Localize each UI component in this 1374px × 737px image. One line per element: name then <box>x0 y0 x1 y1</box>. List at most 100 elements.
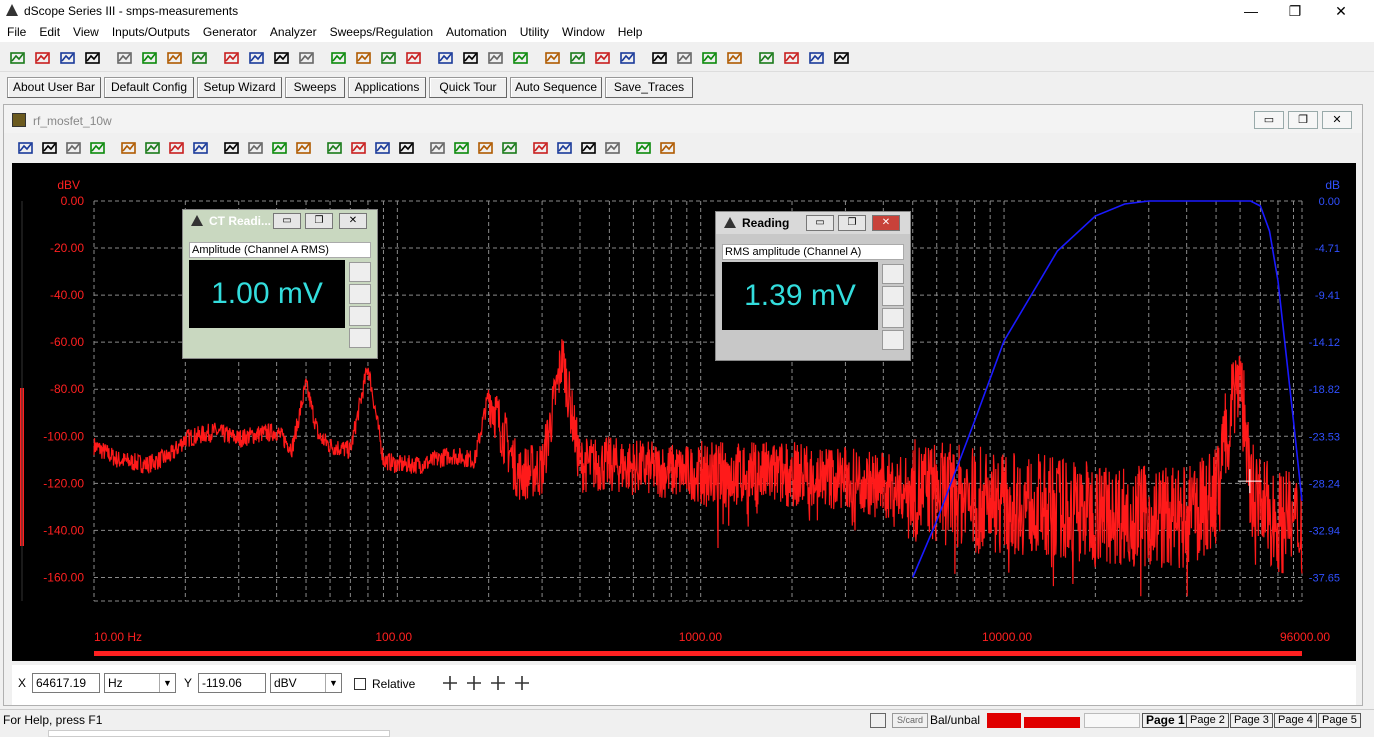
peak-icon[interactable] <box>325 138 345 158</box>
cursor-y-unit-select[interactable]: dBV ▼ <box>270 673 342 693</box>
link-icon[interactable] <box>603 138 623 158</box>
marker-down-icon[interactable] <box>531 138 551 158</box>
menu-sweeps-regulation[interactable]: Sweeps/Regulation <box>323 22 439 39</box>
fit-icon[interactable] <box>270 138 290 158</box>
sweep-icon[interactable] <box>543 49 563 67</box>
cursor-add-icon[interactable] <box>16 138 36 158</box>
generator-off-icon[interactable] <box>83 49 103 67</box>
menu-edit[interactable]: Edit <box>32 22 66 39</box>
link3-icon[interactable] <box>658 138 678 158</box>
cursor-icon[interactable] <box>555 138 575 158</box>
save-as-icon[interactable] <box>58 49 78 67</box>
reading-calc-icon[interactable] <box>349 306 371 326</box>
relative-checkbox[interactable] <box>354 678 366 690</box>
reading-window[interactable]: Reading ▭ ❐ ✕ RMS amplitude (Channel A) … <box>715 211 911 361</box>
close-button[interactable]: ✕ <box>1318 0 1364 22</box>
quick-tour-button[interactable]: Quick Tour <box>429 77 507 98</box>
graph-icon[interactable] <box>650 49 670 67</box>
copy-icon[interactable] <box>88 138 108 158</box>
reading-settings-icon[interactable] <box>882 286 904 306</box>
peak-left-icon[interactable] <box>294 138 314 158</box>
clock-icon[interactable] <box>757 49 777 67</box>
reading-link-icon[interactable] <box>882 330 904 350</box>
settings-icon[interactable] <box>725 49 745 67</box>
generator-on-icon[interactable] <box>115 49 135 67</box>
output-off-icon[interactable] <box>140 49 160 67</box>
reading-value-icon[interactable] <box>349 262 371 282</box>
menu-generator[interactable]: Generator <box>196 22 263 39</box>
menu-analyzer[interactable]: Analyzer <box>263 22 323 39</box>
reading-titlebar[interactable]: Reading ▭ ❐ ✕ <box>716 212 910 234</box>
menu-help[interactable]: Help <box>611 22 649 39</box>
default-config-button[interactable]: Default Config <box>104 77 194 98</box>
spectrum-plot[interactable]: 0.00 -20.00 -40.00 -60.00 -80.00 -100.00 -120.… <box>12 163 1356 661</box>
reading-settings-icon[interactable] <box>349 284 371 304</box>
setup-wizard-button[interactable]: Setup Wizard <box>197 77 282 98</box>
save-icon[interactable] <box>33 49 53 67</box>
peak-next-icon[interactable] <box>373 138 393 158</box>
menu-automation[interactable]: Automation <box>439 22 513 39</box>
minimize-button[interactable]: — <box>1228 0 1274 22</box>
ct-reading-titlebar[interactable]: CT Readi... ▭ ❐ ✕ <box>183 210 377 232</box>
fft-icon[interactable] <box>436 49 456 67</box>
scale-icon[interactable] <box>397 138 417 158</box>
scope-icon[interactable] <box>379 49 399 67</box>
printer-icon[interactable] <box>870 713 886 728</box>
sweep3-icon[interactable] <box>593 49 613 67</box>
cursor-x-unit-select[interactable]: Hz ▼ <box>104 673 176 693</box>
sweep2-icon[interactable] <box>568 49 588 67</box>
meter-icon[interactable] <box>329 49 349 67</box>
scope2-icon[interactable] <box>404 49 424 67</box>
menu-file[interactable]: File <box>0 22 32 39</box>
applications-button[interactable]: Applications <box>348 77 426 98</box>
save-trace-icon[interactable] <box>64 138 84 158</box>
page-tab-5[interactable]: Page 5 <box>1318 713 1361 728</box>
about-user-bar-button[interactable]: About User Bar <box>7 77 101 98</box>
sweep4-icon[interactable] <box>618 49 638 67</box>
ct-reading-minimize[interactable]: ▭ <box>273 213 301 229</box>
ct-reading-window[interactable]: CT Readi... ▭ ❐ ✕ Amplitude (Channel A R… <box>182 209 378 359</box>
sweeps-button[interactable]: Sweeps <box>285 77 345 98</box>
meter2-icon[interactable] <box>354 49 374 67</box>
restore-button[interactable]: ❐ <box>1272 0 1318 22</box>
auto-sequence-button[interactable]: Auto Sequence <box>510 77 602 98</box>
forward-icon[interactable] <box>675 49 695 67</box>
menu-view[interactable]: View <box>66 22 105 39</box>
cursor-add-icon[interactable] <box>440 673 460 693</box>
ct-reading-close[interactable]: ✕ <box>339 213 367 229</box>
input-on-icon[interactable] <box>222 49 242 67</box>
child-minimize-button[interactable]: ▭ <box>1254 111 1284 129</box>
analyzer-icon[interactable] <box>297 49 317 67</box>
page-tab-4[interactable]: Page 4 <box>1274 713 1317 728</box>
graph-view2-icon[interactable] <box>143 138 163 158</box>
clear-icon[interactable] <box>247 49 267 67</box>
help-icon[interactable] <box>832 49 852 67</box>
cursor-move-icon[interactable] <box>464 673 484 693</box>
reading-link-icon[interactable] <box>349 328 371 348</box>
input-off-icon[interactable] <box>190 49 210 67</box>
script2-icon[interactable] <box>807 49 827 67</box>
page-tab-2[interactable]: Page 2 <box>1186 713 1229 728</box>
cursor-snap-icon[interactable] <box>488 673 508 693</box>
cursor-settings-icon[interactable] <box>512 673 532 693</box>
cursor-x-input[interactable]: 64617.19 <box>32 673 100 693</box>
trace-icon[interactable] <box>40 138 60 158</box>
scale3-icon[interactable] <box>452 138 472 158</box>
ct-reading-restore[interactable]: ❐ <box>305 213 333 229</box>
record-icon[interactable] <box>511 49 531 67</box>
output-on-icon[interactable] <box>165 49 185 67</box>
reading-close[interactable]: ✕ <box>872 215 900 231</box>
regulation-icon[interactable] <box>700 49 720 67</box>
fft2-icon[interactable] <box>461 49 481 67</box>
marker-up-icon[interactable] <box>500 138 520 158</box>
play-icon[interactable] <box>486 49 506 67</box>
filter-icon[interactable] <box>272 49 292 67</box>
reading-restore[interactable]: ❐ <box>838 215 866 231</box>
limits-icon[interactable] <box>191 138 211 158</box>
child-close-button[interactable]: ✕ <box>1322 111 1352 129</box>
menu-inputs-outputs[interactable]: Inputs/Outputs <box>105 22 196 39</box>
cursor2-icon[interactable] <box>579 138 599 158</box>
cursor-y-input[interactable]: -119.06 <box>198 673 266 693</box>
link2-icon[interactable] <box>634 138 654 158</box>
menu-window[interactable]: Window <box>555 22 611 39</box>
